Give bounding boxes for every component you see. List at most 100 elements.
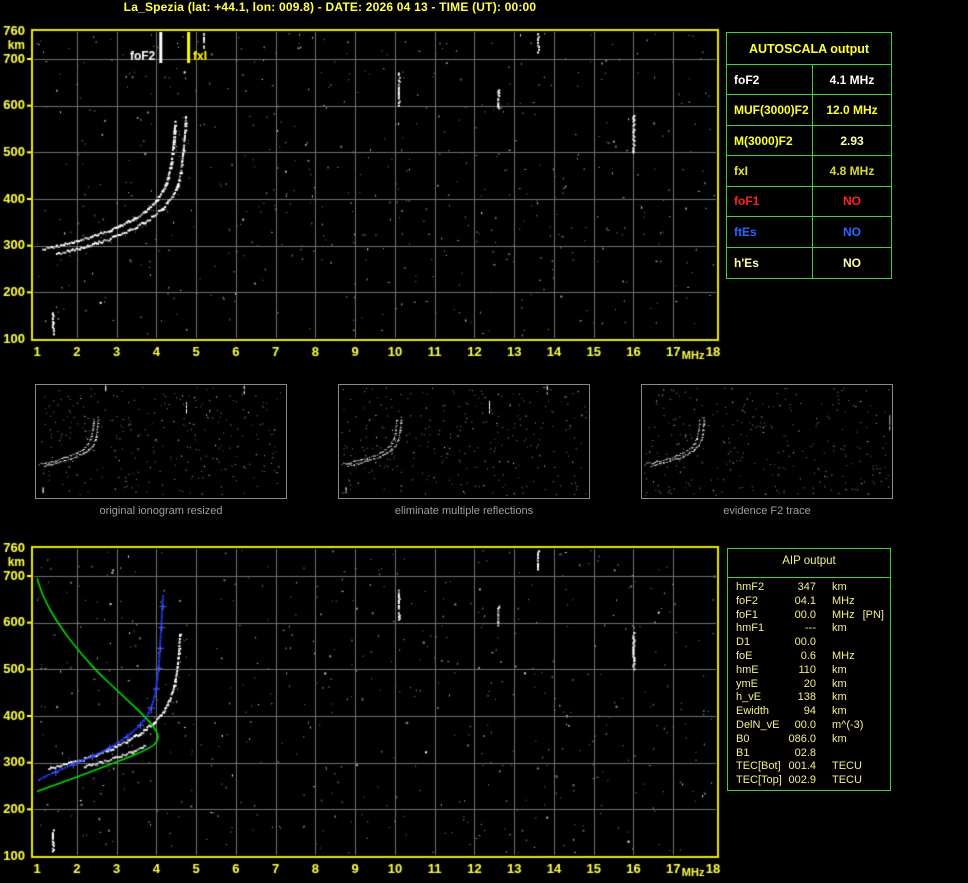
param-label: ftEs — [727, 217, 813, 247]
aip-row: hmF1 --- km — [736, 622, 890, 636]
aip-val: --- — [805, 622, 816, 635]
aip-name: ymE — [736, 677, 758, 690]
table-row: MUF(3000)F2 12.0 MHz — [727, 95, 891, 126]
thumbnail-original-ionogram — [35, 384, 287, 499]
aip-extra — [884, 719, 890, 733]
aip-val: 00.0 — [794, 718, 816, 731]
aip-name: hmF1 — [736, 622, 765, 635]
aip-row: B0 086.0 km — [736, 733, 890, 747]
aip-row: foF1 00.0 MHz [PN] — [736, 609, 890, 623]
aip-extra — [884, 691, 890, 705]
table-row: foF1 NO — [727, 186, 891, 218]
aip-name: DelN_vE — [736, 718, 780, 731]
aip-unit: MHz — [832, 649, 855, 662]
aip-name: B0 — [736, 732, 750, 745]
bottom-ionogram-plot — [0, 542, 750, 883]
aip-extra — [884, 622, 890, 636]
aip-row: hmE 110 km — [736, 664, 890, 678]
thumbnail-eliminate-reflections — [338, 384, 590, 499]
param-value: NO — [843, 194, 861, 209]
aip-val: 04.1 — [794, 594, 816, 607]
aip-name: hmF2 — [736, 581, 765, 593]
aip-extra — [884, 636, 890, 650]
aip-name: D1 — [736, 636, 751, 649]
thumbnail-caption: evidence F2 trace — [723, 505, 811, 517]
aip-row: foE 0.6 MHz — [736, 650, 890, 664]
aip-row: Ewidth 94 km — [736, 705, 890, 719]
aip-unit: km — [832, 705, 847, 718]
table-row: h'Es NO — [727, 247, 891, 278]
aip-val: 347 — [797, 581, 816, 593]
aip-name: TEC[Top] — [736, 774, 782, 787]
aip-val: 001.4 — [788, 760, 816, 773]
param-value: 12.0 MHz — [826, 103, 878, 118]
aip-extra — [884, 595, 890, 609]
aip-extra — [884, 581, 890, 595]
aip-name: foE — [736, 649, 753, 662]
param-value: 4.1 MHz — [829, 72, 875, 87]
aip-unit: km — [832, 691, 847, 704]
aip-extra — [884, 747, 890, 761]
aip-unit: MHz — [832, 608, 855, 621]
aip-row: ymE 20 km — [736, 678, 890, 692]
aip-extra — [884, 650, 890, 664]
aip-val: 94 — [803, 705, 816, 718]
aip-row: DelN_vE 00.0 m^(-3) — [736, 719, 890, 733]
aip-val: 20 — [803, 677, 816, 690]
aip-val: 138 — [797, 691, 816, 704]
aip-row: TEC[Top] 002.9 TECU — [736, 774, 890, 788]
param-label: foF1 — [727, 186, 813, 217]
aip-extra — [884, 664, 890, 678]
param-value: 4.8 MHz — [829, 163, 875, 178]
autoscala-app-window: La_Spezia (lat: +44.1, lon: 009.8) - DAT… — [0, 0, 968, 883]
aip-extra — [884, 705, 890, 719]
aip-output-panel: AIP output hmF2 347 km foF2 04.1 MHz foF1 00.0 M… — [727, 548, 891, 791]
aip-unit: km — [832, 622, 847, 635]
aip-parameter-list: hmF2 347 km foF2 04.1 MHz foF1 00.0 MHz [PN] hmF1 -… — [728, 578, 890, 788]
aip-row: B1 02.8 — [736, 747, 890, 761]
aip-row: TEC[Bot] 001.4 TECU — [736, 760, 890, 774]
aip-row: h_vE 138 km — [736, 691, 890, 705]
param-label: foF2 — [727, 65, 813, 95]
aip-val: 086.0 — [788, 732, 816, 745]
aip-row: foF2 04.1 MHz — [736, 595, 890, 609]
aip-unit: km — [832, 732, 847, 745]
aip-val: 02.8 — [794, 746, 816, 759]
table-row: fxI 4.8 MHz — [727, 156, 891, 187]
aip-row: D1 00.0 — [736, 636, 890, 650]
table-row: ftEs NO — [727, 217, 891, 248]
top-ionogram-plot — [0, 25, 750, 365]
aip-name: B1 — [736, 746, 750, 759]
param-label: MUF(3000)F2 — [727, 95, 813, 125]
aip-unit: m^(-3) — [832, 718, 864, 731]
aip-name: Ewidth — [736, 705, 770, 718]
autoscala-panel-header: AUTOSCALA output — [727, 33, 891, 65]
aip-val: 00.0 — [794, 636, 816, 649]
aip-val: 110 — [798, 663, 816, 676]
aip-unit: km — [832, 663, 847, 676]
aip-extra — [884, 678, 890, 692]
aip-name: foF2 — [736, 594, 759, 607]
aip-val: 00.0 — [794, 608, 816, 621]
aip-extra — [884, 733, 890, 747]
aip-name: TEC[Bot] — [736, 760, 781, 773]
table-row: M(3000)F2 2.93 — [727, 125, 891, 157]
aip-name: h_vE — [736, 691, 762, 704]
table-row: foF2 4.1 MHz — [727, 65, 891, 96]
param-value: NO — [843, 255, 861, 270]
aip-name: hmE — [736, 663, 759, 676]
thumbnail-evidence-f2-trace — [641, 384, 893, 499]
param-label: fxI — [727, 156, 813, 186]
aip-val: 0.6 — [800, 649, 816, 662]
autoscala-output-panel: AUTOSCALA output foF2 4.1 MHz MUF(3000)F… — [726, 32, 892, 279]
aip-extra — [884, 774, 890, 788]
aip-panel-header: AIP output — [728, 549, 890, 578]
thumbnail-caption: eliminate multiple reflections — [394, 505, 534, 517]
aip-unit: TECU — [832, 774, 862, 787]
param-value: 2.93 — [840, 133, 864, 148]
aip-unit: km — [832, 677, 847, 690]
aip-val: 002.9 — [788, 774, 816, 787]
aip-extra — [884, 760, 890, 774]
param-value: NO — [843, 224, 861, 239]
aip-unit: MHz — [832, 594, 855, 607]
